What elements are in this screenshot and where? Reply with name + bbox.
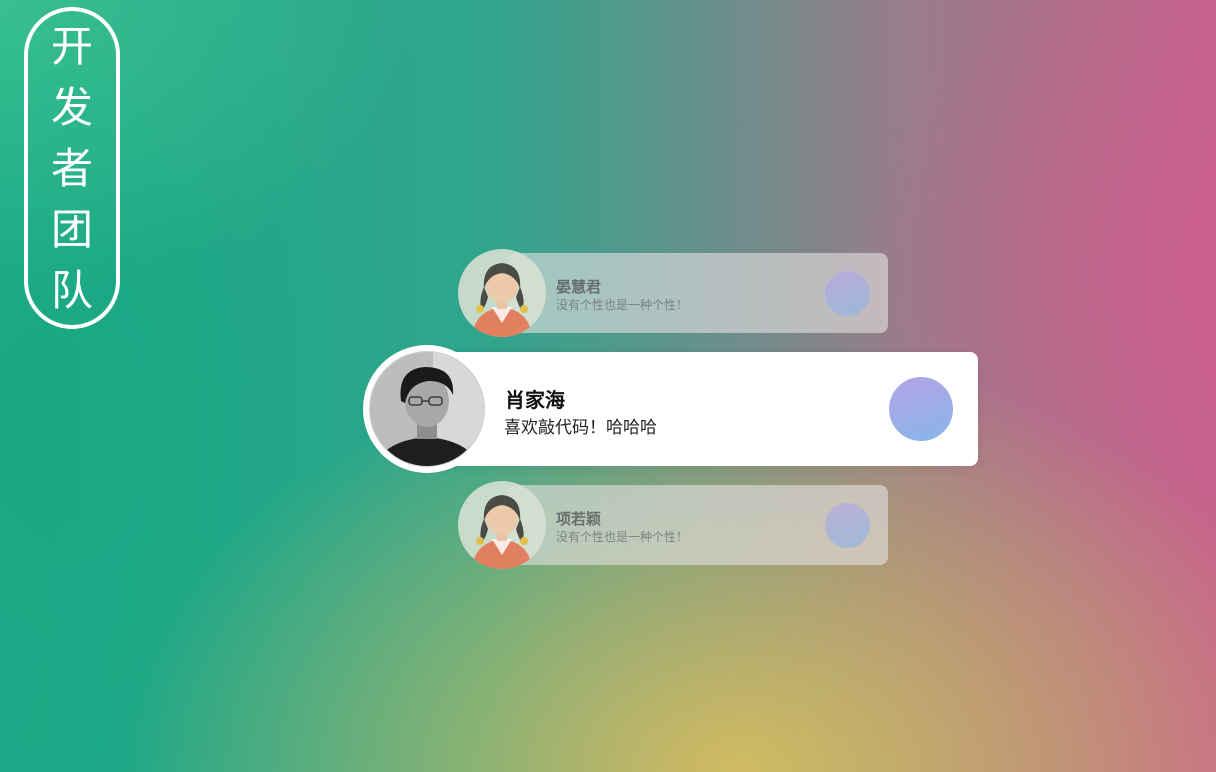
girl-cartoon-avatar-icon (472, 263, 532, 337)
member-name: 肖家海 (505, 388, 565, 412)
action-dot-icon[interactable] (825, 503, 870, 548)
member-name: 晏慧君 (556, 278, 602, 296)
member-motto: 没有个性也是一种个性！ (556, 298, 689, 312)
action-dot-icon[interactable] (825, 271, 870, 316)
member-avatar (363, 345, 491, 473)
member-motto: 没有个性也是一种个性！ (556, 530, 689, 544)
team-title-char: 开 (50, 21, 93, 71)
team-title-char: 者 (50, 143, 93, 193)
person-photo-avatar-icon (369, 351, 485, 467)
member-avatar (458, 481, 546, 569)
team-title-char: 队 (50, 265, 93, 315)
team-title-char: 团 (50, 204, 93, 254)
team-title-badge: 开 发 者 团 队 (24, 7, 120, 329)
member-card-active[interactable]: 肖家海 喜欢敲代码！哈哈哈 (363, 345, 978, 473)
member-motto: 喜欢敲代码！哈哈哈 (504, 418, 657, 438)
member-card[interactable]: 项若颖 没有个性也是一种个性！ (458, 481, 888, 569)
action-dot-icon[interactable] (889, 377, 953, 441)
member-avatar (458, 249, 546, 337)
girl-cartoon-avatar-icon (472, 495, 532, 569)
member-name: 项若颖 (556, 510, 602, 528)
page-background: 开 发 者 团 队 晏慧君 没有个性也是一种个性！ 肖家海 喜欢敲代码！哈哈哈 … (0, 0, 1216, 772)
team-title-char: 发 (50, 82, 93, 132)
member-card[interactable]: 晏慧君 没有个性也是一种个性！ (458, 249, 888, 337)
